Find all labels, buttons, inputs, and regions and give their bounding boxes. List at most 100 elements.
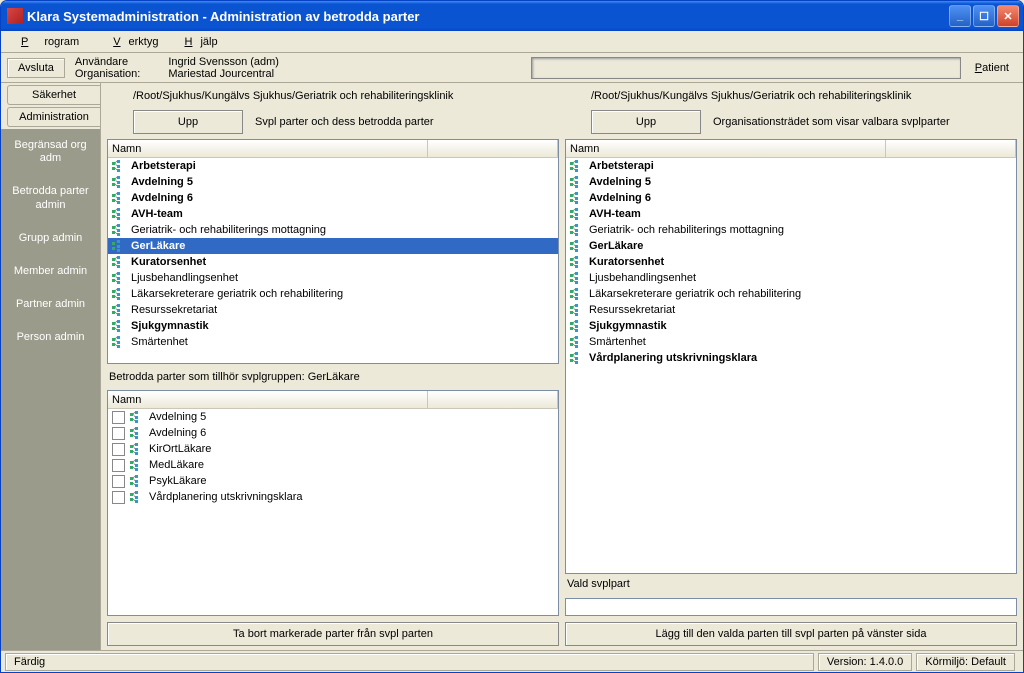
vald-label: Vald svplpart [565,578,1017,594]
checkbox[interactable] [112,491,125,504]
list-item[interactable]: Avdelning 6 [108,425,558,441]
list-item[interactable]: Geriatrik- och rehabiliterings mottagnin… [108,222,558,238]
org-tree-icon [112,192,128,204]
list-item-label: Kuratorsenhet [589,256,664,268]
betrodda-header: Betrodda parter som tillhör svplgruppen:… [107,368,559,386]
sidenav-partner[interactable]: Partner admin [1,288,100,321]
list-item-label: Smärtenhet [589,336,646,348]
patient-field[interactable] [531,57,961,79]
list-item-label: Resurssekretariat [131,304,217,316]
window-title: Klara Systemadministration - Administrat… [27,9,949,24]
sidenav-member[interactable]: Member admin [1,255,100,288]
status-env: Körmiljö: Default [916,653,1015,671]
org-tree-icon [570,208,586,220]
list-item[interactable]: Resurssekretariat [108,302,558,318]
list-item[interactable]: Resurssekretariat [566,302,1016,318]
list-item-label: Resurssekretariat [589,304,675,316]
list-item[interactable]: Geriatrik- och rehabiliterings mottagnin… [566,222,1016,238]
right-col-2[interactable] [886,140,1016,157]
list-item[interactable]: PsykLäkare [108,473,558,489]
list-item[interactable]: GerLäkare [108,238,558,254]
left-col-2[interactable] [428,140,558,157]
org-tree-icon [112,176,128,188]
list-item-label: GerLäkare [589,240,643,252]
minimize-button[interactable]: _ [949,5,971,27]
list-item-label: Läkarsekreterare geriatrik och rehabilit… [589,288,801,300]
betrodda-col-namn[interactable]: Namn [108,391,428,408]
list-item-label: Sjukgymnastik [131,320,209,332]
list-item[interactable]: Arbetsterapi [108,158,558,174]
left-path: /Root/Sjukhus/Kungälvs Sjukhus/Geriatrik… [107,87,559,105]
org-tree-icon [130,443,146,455]
list-item-label: Kuratorsenhet [131,256,206,268]
patient-button[interactable]: Patient [967,59,1017,77]
remove-button[interactable]: Ta bort markerade parter från svpl parte… [107,622,559,646]
menu-verktyg[interactable]: Verktyg [97,34,166,50]
list-item[interactable]: Avdelning 5 [108,409,558,425]
anvandare-label: Användare [75,56,128,68]
list-item[interactable]: MedLäkare [108,457,558,473]
list-item[interactable]: AVH-team [566,206,1016,222]
list-item[interactable]: Vårdplanering utskrivningsklara [108,489,558,505]
org-tree-icon [130,459,146,471]
list-item[interactable]: Avdelning 6 [566,190,1016,206]
list-item[interactable]: AVH-team [108,206,558,222]
list-item[interactable]: Smärtenhet [108,334,558,350]
checkbox[interactable] [112,411,125,424]
list-item[interactable]: Kuratorsenhet [566,254,1016,270]
add-button[interactable]: Lägg till den valda parten till svpl par… [565,622,1017,646]
org-tree-icon [112,208,128,220]
list-item[interactable]: Smärtenhet [566,334,1016,350]
org-tree-icon [570,160,586,172]
maximize-button[interactable]: ☐ [973,5,995,27]
list-item[interactable]: Kuratorsenhet [108,254,558,270]
list-item-label: Sjukgymnastik [589,320,667,332]
left-up-button[interactable]: Upp [133,110,243,134]
org-tree-icon [570,240,586,252]
list-item[interactable]: Ljusbehandlingsenhet [108,270,558,286]
checkbox[interactable] [112,475,125,488]
sidenav-person[interactable]: Person admin [1,321,100,354]
list-item[interactable]: Sjukgymnastik [566,318,1016,334]
betrodda-col-2[interactable] [428,391,558,408]
anvandare-value: Ingrid Svensson (adm) [168,56,279,68]
close-button[interactable]: ✕ [997,5,1019,27]
list-item[interactable]: Vårdplanering utskrivningsklara [566,350,1016,366]
list-item-label: Vårdplanering utskrivningsklara [589,352,757,364]
list-item[interactable]: Läkarsekreterare geriatrik och rehabilit… [108,286,558,302]
checkbox[interactable] [112,459,125,472]
list-item[interactable]: Avdelning 5 [108,174,558,190]
org-tree-icon [112,256,128,268]
sidenav-betrodda[interactable]: Betrodda parter admin [1,175,100,221]
menu-program[interactable]: Program [5,34,95,50]
org-tree-icon [570,320,586,332]
list-item[interactable]: Arbetsterapi [566,158,1016,174]
org-tree-icon [570,288,586,300]
list-item[interactable]: Sjukgymnastik [108,318,558,334]
status-version: Version: 1.4.0.0 [818,653,912,671]
sidenav-begransad[interactable]: Begränsad org adm [1,129,100,175]
checkbox[interactable] [112,443,125,456]
list-item[interactable]: Avdelning 5 [566,174,1016,190]
list-item[interactable]: GerLäkare [566,238,1016,254]
list-item[interactable]: Avdelning 6 [108,190,558,206]
org-tree-icon [112,304,128,316]
list-item[interactable]: KirOrtLäkare [108,441,558,457]
list-item[interactable]: Läkarsekreterare geriatrik och rehabilit… [566,286,1016,302]
avsluta-button[interactable]: Avsluta [7,58,65,78]
menu-hjalp[interactable]: Hjälp [169,34,226,50]
titlebar[interactable]: Klara Systemadministration - Administrat… [1,1,1023,31]
tab-administration[interactable]: Administration [7,107,100,127]
list-item-label: Läkarsekreterare geriatrik och rehabilit… [131,288,343,300]
list-item[interactable]: Ljusbehandlingsenhet [566,270,1016,286]
org-tree-icon [570,336,586,348]
vald-field[interactable] [565,598,1017,616]
checkbox[interactable] [112,427,125,440]
right-col-namn[interactable]: Namn [566,140,886,157]
list-item-label: GerLäkare [131,240,185,252]
left-desc: Svpl parter och dess betrodda parter [255,116,559,128]
sidenav-grupp[interactable]: Grupp admin [1,222,100,255]
tab-sakerhet[interactable]: Säkerhet [7,85,100,105]
left-col-namn[interactable]: Namn [108,140,428,157]
right-up-button[interactable]: Upp [591,110,701,134]
